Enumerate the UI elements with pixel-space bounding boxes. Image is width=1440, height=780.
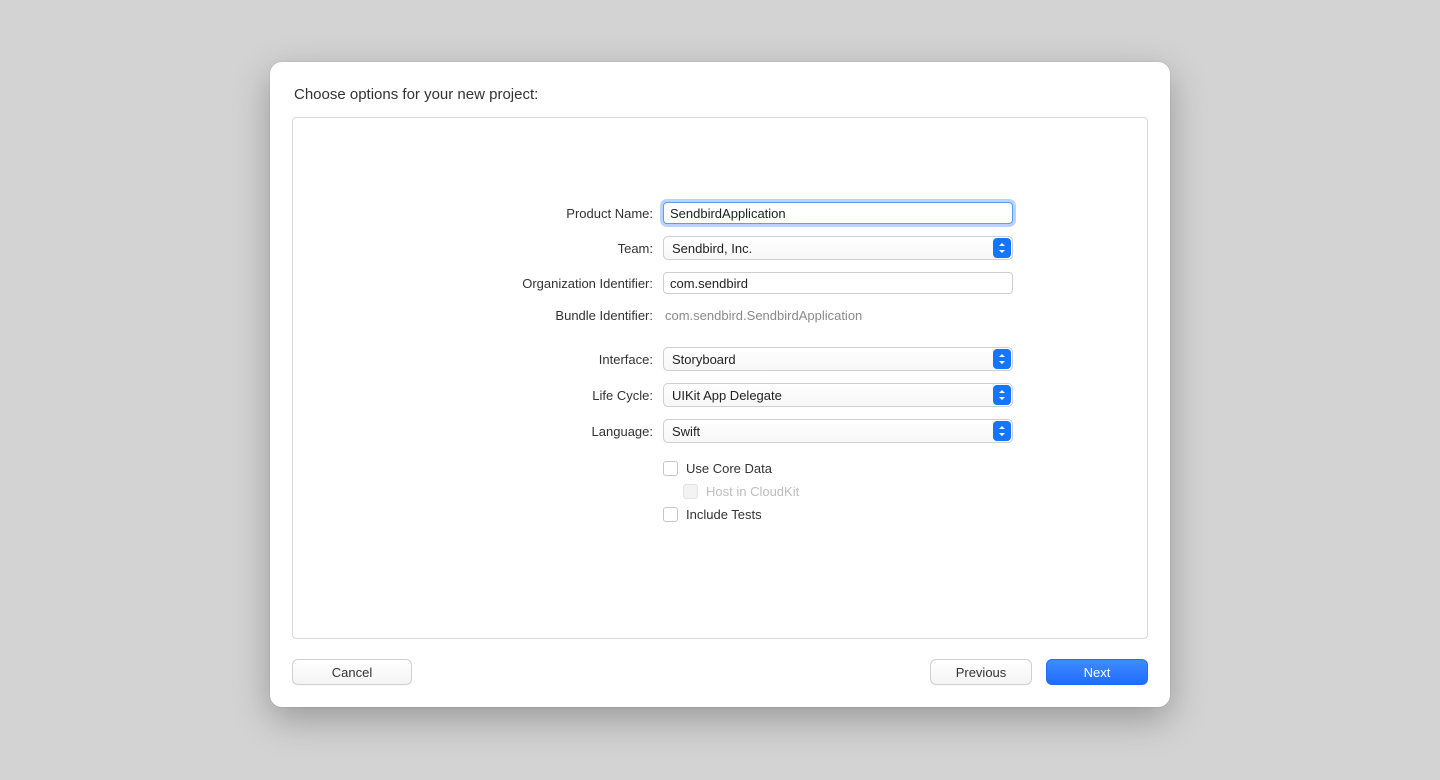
- interface-label: Interface:: [415, 352, 663, 367]
- use-core-data-checkbox[interactable]: [663, 461, 678, 476]
- updown-icon: [993, 385, 1011, 405]
- updown-icon: [993, 421, 1011, 441]
- previous-button[interactable]: Previous: [930, 659, 1032, 685]
- team-popup-value: Sendbird, Inc.: [672, 241, 752, 256]
- org-identifier-label: Organization Identifier:: [415, 276, 663, 291]
- bundle-identifier-label: Bundle Identifier:: [415, 308, 663, 323]
- next-button[interactable]: Next: [1046, 659, 1148, 685]
- org-identifier-field[interactable]: [663, 272, 1013, 294]
- new-project-options-sheet: Choose options for your new project: Pro…: [270, 62, 1170, 707]
- use-core-data-label: Use Core Data: [686, 461, 772, 476]
- language-popup-value: Swift: [672, 424, 700, 439]
- bundle-identifier-value: com.sendbird.SendbirdApplication: [663, 306, 1025, 325]
- updown-icon: [993, 349, 1011, 369]
- sheet-title: Choose options for your new project:: [294, 86, 1148, 103]
- language-popup[interactable]: Swift: [663, 419, 1013, 443]
- host-cloudkit-label: Host in CloudKit: [706, 484, 799, 499]
- language-label: Language:: [415, 424, 663, 439]
- include-tests-label: Include Tests: [686, 507, 762, 522]
- product-name-label: Product Name:: [415, 206, 663, 221]
- updown-icon: [993, 238, 1011, 258]
- life-cycle-popup-value: UIKit App Delegate: [672, 388, 782, 403]
- host-cloudkit-checkbox: [683, 484, 698, 499]
- cancel-button[interactable]: Cancel: [292, 659, 412, 685]
- life-cycle-label: Life Cycle:: [415, 388, 663, 403]
- team-popup[interactable]: Sendbird, Inc.: [663, 236, 1013, 260]
- team-label: Team:: [415, 241, 663, 256]
- interface-popup[interactable]: Storyboard: [663, 347, 1013, 371]
- interface-popup-value: Storyboard: [672, 352, 736, 367]
- include-tests-checkbox[interactable]: [663, 507, 678, 522]
- product-name-field[interactable]: [663, 202, 1013, 224]
- options-panel: Product Name: Team: Sendbird, Inc.: [292, 117, 1148, 639]
- life-cycle-popup[interactable]: UIKit App Delegate: [663, 383, 1013, 407]
